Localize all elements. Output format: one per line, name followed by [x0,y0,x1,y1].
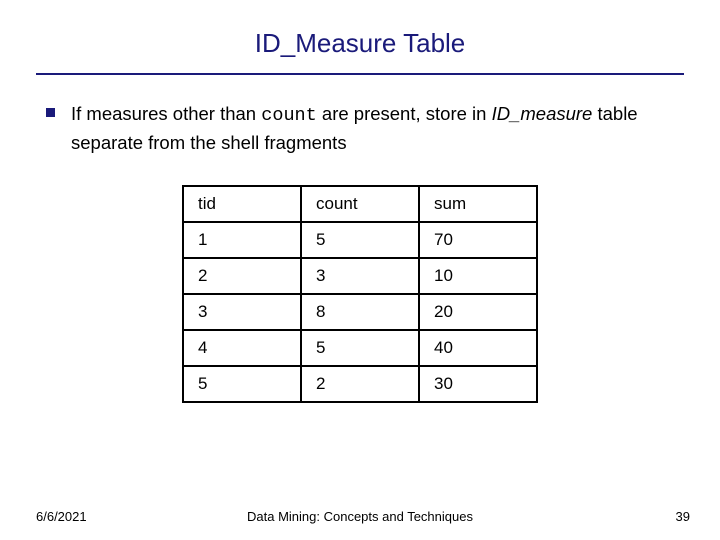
bullet-italic: ID_measure [492,103,593,124]
header-count: count [301,186,419,222]
slide-footer: 6/6/2021 Data Mining: Concepts and Techn… [0,509,720,524]
cell: 3 [301,258,419,294]
slide: ID_Measure Table If measures other than … [0,0,720,540]
header-sum: sum [419,186,537,222]
table-container: tid count sum 1 5 70 2 3 10 3 8 20 4 5 [36,185,684,403]
bullet-text: If measures other than count are present… [71,101,684,157]
table-row: 1 5 70 [183,222,537,258]
table-row: 2 3 10 [183,258,537,294]
cell: 5 [301,222,419,258]
bullet-mid: are present, store in [317,103,492,124]
id-measure-table: tid count sum 1 5 70 2 3 10 3 8 20 4 5 [182,185,538,403]
cell: 2 [183,258,301,294]
table-header-row: tid count sum [183,186,537,222]
footer-page-number: 39 [676,509,690,524]
cell: 5 [183,366,301,402]
bullet-code: count [261,105,317,126]
table-row: 4 5 40 [183,330,537,366]
table-row: 3 8 20 [183,294,537,330]
cell: 4 [183,330,301,366]
cell: 1 [183,222,301,258]
header-tid: tid [183,186,301,222]
table-row: 5 2 30 [183,366,537,402]
cell: 20 [419,294,537,330]
cell: 8 [301,294,419,330]
slide-title: ID_Measure Table [36,28,684,59]
footer-title: Data Mining: Concepts and Techniques [247,509,473,524]
cell: 40 [419,330,537,366]
cell: 3 [183,294,301,330]
title-divider [36,73,684,75]
cell: 30 [419,366,537,402]
cell: 5 [301,330,419,366]
bullet-item: If measures other than count are present… [46,101,684,157]
cell: 2 [301,366,419,402]
square-bullet-icon [46,108,55,117]
cell: 10 [419,258,537,294]
cell: 70 [419,222,537,258]
footer-date: 6/6/2021 [36,509,87,524]
bullet-prefix: If measures other than [71,103,261,124]
